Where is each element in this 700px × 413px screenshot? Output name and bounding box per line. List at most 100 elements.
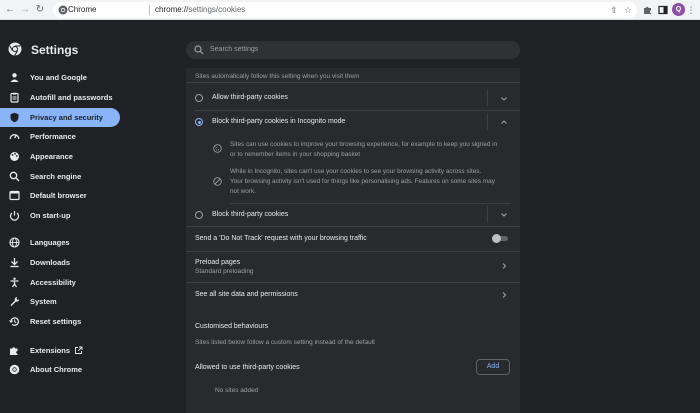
sidebar-item-label: Reset settings <box>30 317 82 326</box>
divider <box>230 203 511 204</box>
chevron-down-icon[interactable] <box>500 95 508 103</box>
browser-icon <box>9 190 20 201</box>
reload-icon[interactable]: ↻ <box>33 3 47 17</box>
clipboard-icon <box>10 92 19 103</box>
block-incognito-cookies-radio[interactable] <box>195 118 203 126</box>
extensions-icon[interactable] <box>641 3 655 17</box>
option-label: Block third-party cookies in Incognito m… <box>212 118 346 125</box>
power-icon <box>9 211 20 221</box>
sidebar-item-system[interactable]: System <box>0 292 120 311</box>
cookies-settings-card: Sites automatically follow this setting … <box>186 68 520 413</box>
chevron-up-icon[interactable] <box>500 118 508 126</box>
sidebar-item-extensions[interactable]: Extensions <box>0 341 120 360</box>
do-not-track-toggle[interactable] <box>492 234 508 243</box>
sidebar-item-privacy-and-security[interactable]: Privacy and security <box>0 108 120 127</box>
customised-behaviours-description: Sites listed below follow a custom setti… <box>195 339 375 346</box>
sidebar-item-label: Accessibility <box>30 278 76 287</box>
url-text[interactable]: chrome://settings/cookies <box>155 2 245 18</box>
sidebar-item-label: Default browser <box>30 191 87 200</box>
profile-avatar[interactable]: Q <box>672 3 685 16</box>
sidebar-item-label: About Chrome <box>30 365 83 374</box>
preload-label: Preload pages <box>195 259 241 266</box>
row-separator <box>487 89 488 106</box>
sidebar-item-label: Privacy and security <box>30 113 103 122</box>
forward-icon[interactable]: → <box>18 3 32 17</box>
see-all-label: See all site data and permissions <box>195 291 298 298</box>
page-title: Settings <box>31 43 79 57</box>
sidebar-item-label: Autofill and passwords <box>30 93 113 102</box>
sidebar-item-label: Extensions <box>30 346 71 355</box>
person-icon <box>10 73 19 82</box>
sidebar-item-search-engine[interactable]: Search engine <box>0 167 120 186</box>
detail-text: Sites can use cookies to improve your br… <box>230 141 498 148</box>
chrome-icon <box>58 5 68 15</box>
search-icon <box>194 45 204 55</box>
chevron-right-icon <box>502 292 507 298</box>
sidebar-item-about-chrome[interactable]: About Chrome <box>0 360 120 379</box>
side-panel-icon[interactable] <box>656 3 670 17</box>
accessibility-icon <box>10 277 19 288</box>
chevron-right-icon <box>502 263 507 269</box>
page-source-label: Chrome <box>68 5 97 14</box>
speedometer-icon <box>9 134 20 140</box>
sidebar-item-accessibility[interactable]: Accessibility <box>0 273 120 292</box>
sidebar-item-label: On start-up <box>30 211 71 220</box>
row-separator <box>487 113 488 130</box>
cookie-icon <box>213 144 222 153</box>
see-all-site-data-row[interactable]: See all site data and permissions <box>186 283 520 307</box>
address-bar[interactable]: Chrome chrome://settings/cookies <box>53 2 637 18</box>
search-icon <box>9 171 20 182</box>
sidebar-item-autofill[interactable]: Autofill and passwords <box>0 88 120 107</box>
customised-behaviours-heading: Customised behaviours <box>195 323 269 330</box>
palette-icon <box>10 152 19 161</box>
no-sites-added-text: No sites added <box>215 387 259 394</box>
wrench-icon <box>10 297 20 306</box>
chrome-icon <box>9 364 20 375</box>
download-icon <box>10 258 19 268</box>
sidebar-item-default-browser[interactable]: Default browser <box>0 186 120 205</box>
browser-toolbar: ← → ↻ Chrome chrome://settings/cookies ⇧… <box>0 0 700 20</box>
sidebar-item-label: Appearance <box>30 152 73 161</box>
detail-text: Your browsing activity isn't used for th… <box>230 178 495 185</box>
shield-icon <box>10 112 19 123</box>
chevron-down-icon[interactable] <box>500 211 508 219</box>
preload-pages-row[interactable]: Preload pages Standard preloading <box>186 252 520 282</box>
detail-text: not work. <box>230 188 256 195</box>
sidebar-item-you-and-google[interactable]: You and Google <box>0 68 120 87</box>
sidebar-item-label: You and Google <box>30 73 87 82</box>
puzzle-icon <box>10 347 18 355</box>
sidebar-item-reset-settings[interactable]: Reset settings <box>0 312 120 331</box>
allow-third-party-cookies-radio[interactable] <box>195 94 203 102</box>
more-menu-icon[interactable]: ⋮ <box>686 3 696 17</box>
option-label: Allow third-party cookies <box>212 94 288 101</box>
toggle-knob <box>492 234 501 243</box>
back-icon[interactable]: ← <box>3 3 17 17</box>
block-third-party-cookies-radio[interactable] <box>195 211 203 219</box>
divider <box>195 110 520 111</box>
divider <box>186 226 520 227</box>
preload-value: Standard preloading <box>195 268 254 275</box>
sidebar-item-label: Search engine <box>30 172 82 181</box>
search-settings-input[interactable]: Search settings <box>186 41 520 59</box>
chrome-logo-icon <box>8 42 22 56</box>
add-site-button[interactable]: Add <box>476 359 510 375</box>
sidebar-item-label: Downloads <box>30 258 71 267</box>
sidebar-item-on-start-up[interactable]: On start-up <box>0 206 120 225</box>
sidebar-item-languages[interactable]: Languages <box>0 233 120 252</box>
bookmark-star-icon[interactable]: ☆ <box>621 3 635 17</box>
sidebar-item-label: Languages <box>30 238 70 247</box>
sidebar-item-performance[interactable]: Performance <box>0 127 120 146</box>
row-separator <box>487 206 488 223</box>
external-link-icon <box>75 346 83 354</box>
sidebar-item-appearance[interactable]: Appearance <box>0 147 120 166</box>
detail-text: While in Incognito, sites can't use your… <box>230 168 482 175</box>
sidebar-item-label: System <box>30 297 57 306</box>
share-icon[interactable]: ⇧ <box>607 3 621 17</box>
option-label: Block third-party cookies <box>212 211 289 218</box>
omnibox-divider <box>149 5 150 15</box>
intro-text: Sites automatically follow this setting … <box>195 73 360 80</box>
block-icon <box>213 177 222 186</box>
sidebar-item-downloads[interactable]: Downloads <box>0 253 120 272</box>
allowed-cookies-label: Allowed to use third-party cookies <box>195 364 300 371</box>
do-not-track-label: Send a 'Do Not Track' request with your … <box>195 235 367 242</box>
